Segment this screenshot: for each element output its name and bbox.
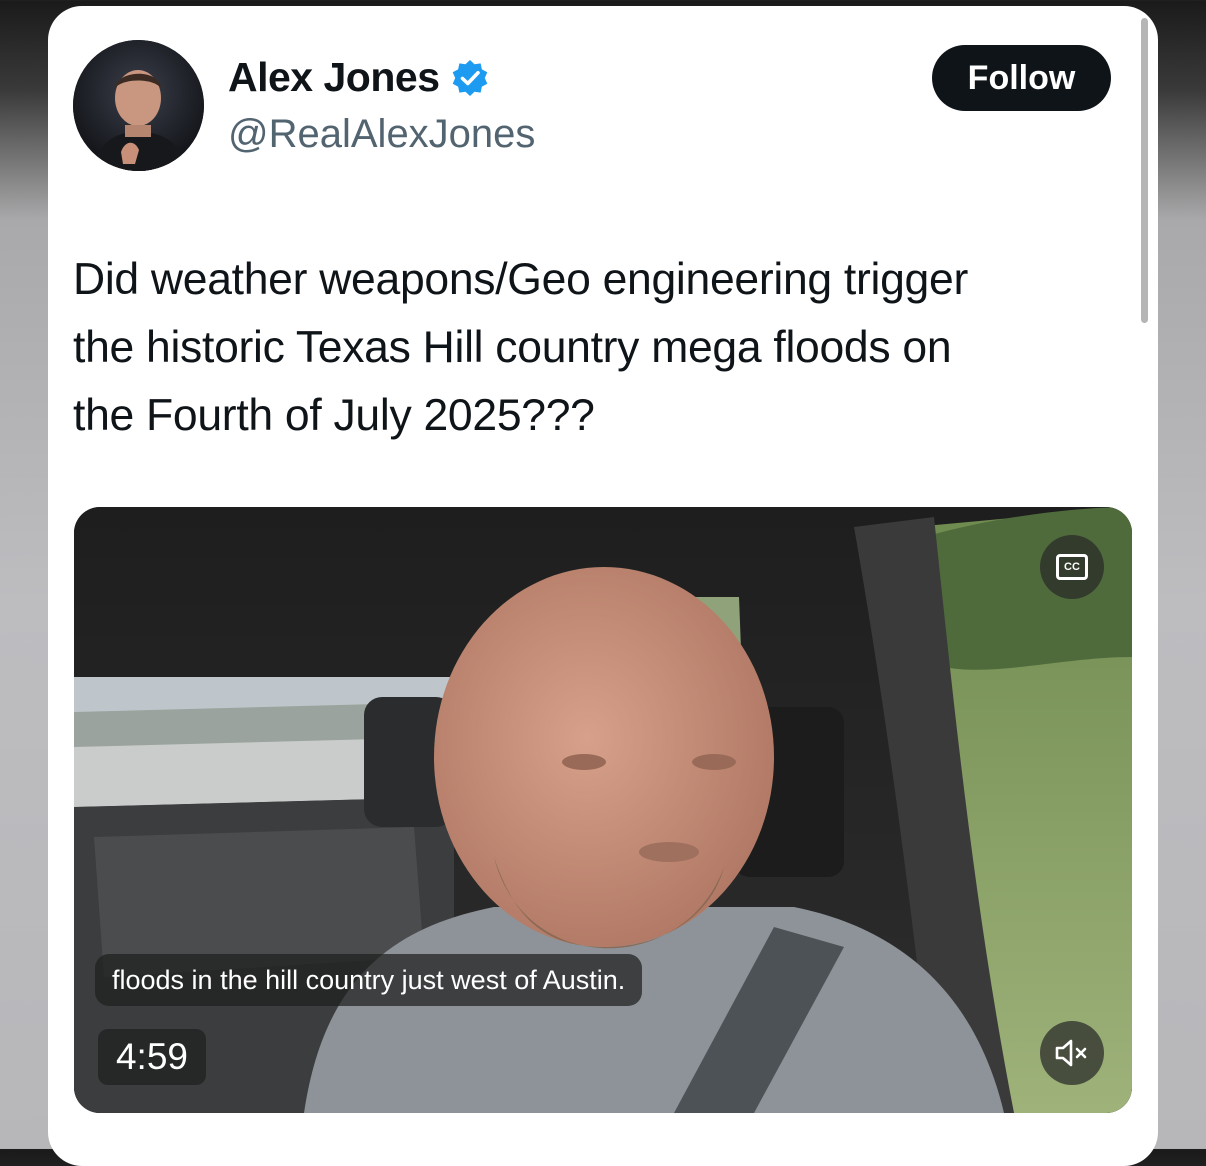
video-duration: 4:59 bbox=[98, 1029, 206, 1085]
video-caption: floods in the hill country just west of … bbox=[95, 954, 643, 1006]
author-handle[interactable]: @RealAlexJones bbox=[228, 112, 535, 157]
video-player[interactable]: CC floods in the hill country just west … bbox=[74, 507, 1132, 1113]
author-name-row: Alex Jones bbox=[228, 54, 490, 101]
closed-captions-button[interactable]: CC bbox=[1040, 535, 1104, 599]
follow-button[interactable]: Follow bbox=[932, 45, 1111, 111]
author-name[interactable]: Alex Jones bbox=[228, 54, 440, 101]
mute-button[interactable] bbox=[1040, 1021, 1104, 1085]
tweet-text-line: the historic Texas Hill country mega flo… bbox=[73, 323, 952, 372]
tweet-text-line: Did weather weapons/Geo engineering trig… bbox=[73, 255, 968, 304]
tweet-text-line: the Fourth of July 2025??? bbox=[73, 391, 595, 440]
scrollbar[interactable] bbox=[1141, 18, 1148, 323]
avatar[interactable] bbox=[73, 40, 204, 171]
verified-badge-icon bbox=[450, 58, 490, 98]
closed-captions-icon: CC bbox=[1056, 554, 1088, 580]
tweet-text: Did weather weapons/Geo engineering trig… bbox=[73, 246, 1123, 450]
video-frame bbox=[74, 507, 1132, 1113]
speaker-muted-icon bbox=[1055, 1039, 1087, 1067]
